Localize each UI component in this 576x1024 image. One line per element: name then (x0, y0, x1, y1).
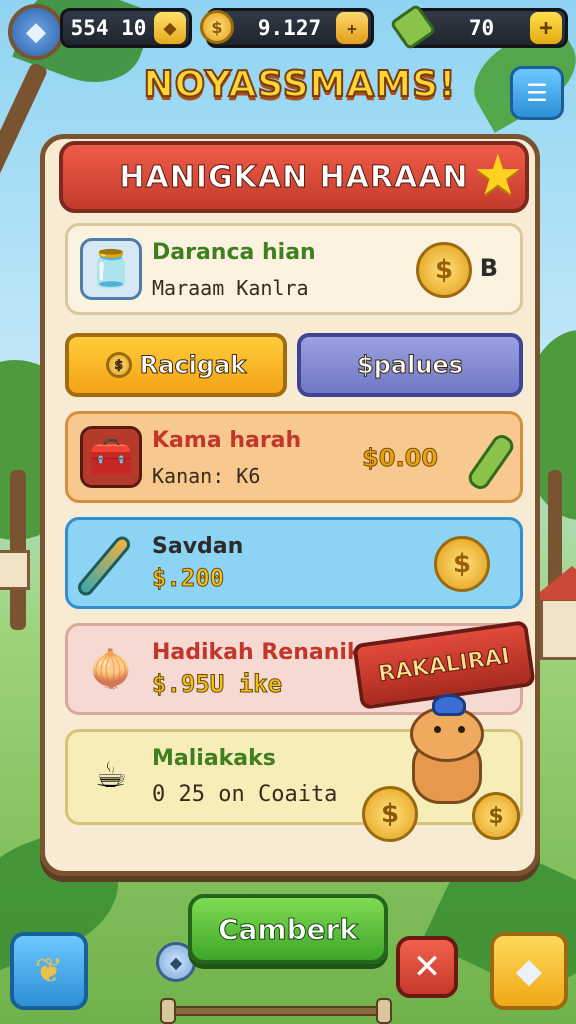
slider-knob-left[interactable] (160, 998, 176, 1024)
slider-knob-right[interactable] (376, 998, 392, 1024)
panel-title: HANIGKAN HARAAN (119, 159, 469, 195)
confirm-label: Camberk (217, 912, 359, 946)
gem-crystal-icon: ◆ (515, 951, 543, 991)
close-button[interactable]: ✕ (396, 936, 458, 998)
gems-value: 554 10 (70, 16, 147, 40)
gold-coin-icon: $ (472, 792, 520, 840)
tab-racigak[interactable]: $ Racigak (65, 333, 287, 397)
item-subtitle: 0 25 on Coaita (152, 782, 338, 807)
item-price: $.95U ike (151, 670, 283, 699)
gold-value: 9.127 (257, 16, 322, 40)
gold-coin-icon: $ (434, 536, 490, 592)
confirm-button[interactable]: Camberk (188, 894, 388, 964)
gold-coin-icon: $ (200, 10, 234, 44)
add-gems-button[interactable]: ◆ (154, 12, 186, 44)
plus-icon: + (539, 15, 553, 41)
close-icon: ✕ (412, 947, 442, 987)
item-subtitle: Kanan: K6 (152, 464, 261, 488)
tab-spalues[interactable]: $palues (297, 333, 523, 397)
jar-icon: 🫙 (80, 238, 142, 300)
panel-header: HANIGKAN HARAAN (59, 141, 529, 213)
gem-shop-button[interactable]: ◆ (490, 932, 568, 1010)
add-gold-button[interactable]: + (336, 12, 368, 44)
menu-button[interactable]: ☰ (510, 66, 564, 120)
resource-bar: ◆ 554 10 ◆ 9.127 + $ 70 + (0, 0, 576, 60)
profile-shield-button[interactable]: ◆ (8, 4, 64, 60)
chest-icon: 🧰 (80, 426, 142, 488)
shop-item-row[interactable]: 🧰 Kama harah Kanan: K6 $0.00 (65, 411, 523, 503)
gems-counter: 554 10 ◆ (60, 8, 192, 48)
gold-coin-icon: $ (362, 786, 418, 842)
leaf-tool-button[interactable]: ❦ (10, 932, 88, 1010)
item-name: Kama harah (152, 428, 302, 453)
teacup-icon: ☕ (94, 754, 128, 796)
item-name: Daranca hian (152, 240, 316, 265)
item-name: Savdan (152, 534, 244, 559)
item-name: Maliakaks (152, 746, 276, 771)
menu-icon: ☰ (526, 79, 548, 107)
plus-icon: + (347, 18, 357, 38)
mascot-character (404, 694, 490, 804)
item-subtitle: Maraam Kanlra (152, 276, 309, 300)
item-price: B (479, 254, 498, 282)
onion-icon: 🧅 (88, 649, 134, 690)
shop-item-row[interactable]: 🫙 Daranca hian Maraam Kanlra $ B (65, 223, 523, 315)
shield-icon: ◆ (26, 17, 46, 47)
item-name: Hadikah Renanik (152, 640, 362, 665)
carrot-icon (464, 431, 518, 493)
shop-item-row[interactable]: Savdan $.200 $ (65, 517, 523, 609)
add-energy-button[interactable]: + (530, 12, 562, 44)
leaf-icon: ❦ (34, 951, 64, 991)
brush-icon (74, 533, 134, 599)
item-price: $.200 (151, 564, 225, 593)
star-icon[interactable]: ★ (473, 143, 523, 208)
tab-label: Racigak (139, 351, 247, 380)
gold-coin-icon: $ (105, 352, 132, 378)
energy-value: 70 (468, 16, 495, 40)
item-price: $0.00 (362, 444, 439, 473)
slider-track[interactable] (162, 1006, 388, 1016)
ribbon-label: RAKALIRAI (376, 643, 512, 687)
gem-icon: ◆ (163, 15, 177, 41)
tab-label: $palues (357, 351, 464, 380)
game-title: NOYASSMAMS! (142, 63, 457, 106)
gold-coin-icon: $ (416, 242, 472, 298)
